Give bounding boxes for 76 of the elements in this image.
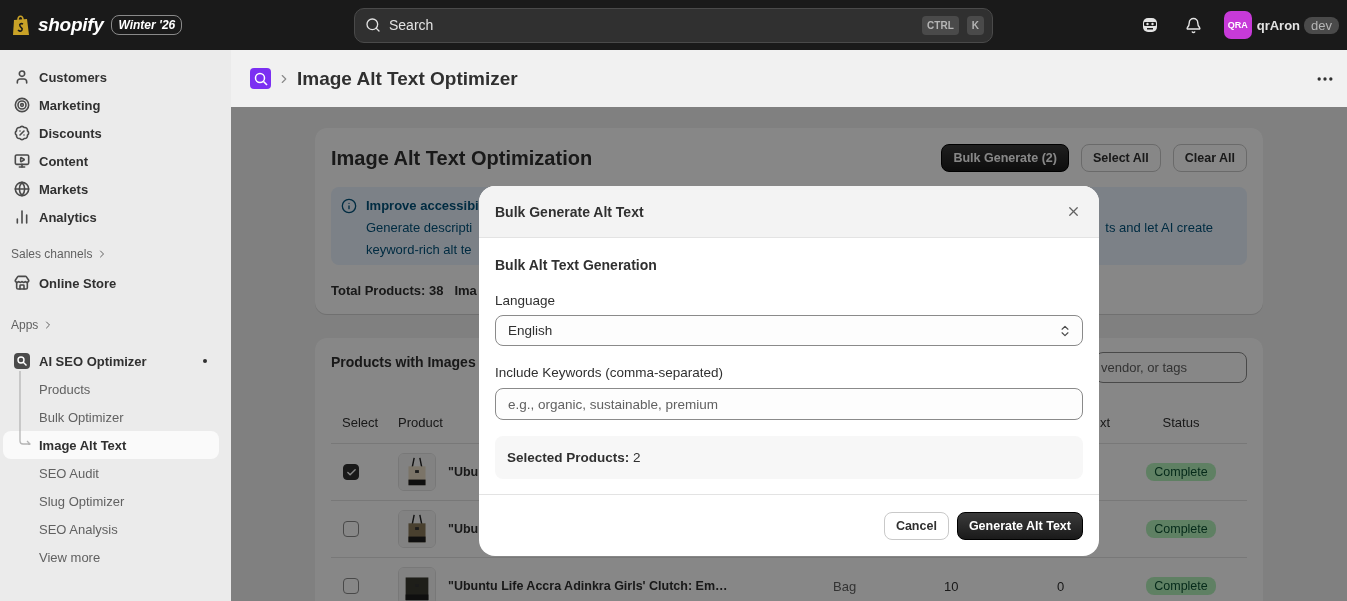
- cancel-button[interactable]: Cancel: [883, 511, 949, 540]
- status-badge: Complete: [1146, 520, 1216, 538]
- shopping-bag-icon: [12, 14, 30, 36]
- shortcut-key: K: [966, 15, 984, 35]
- sidebar-item[interactable]: Discounts: [3, 119, 219, 147]
- user-avatar[interactable]: QRA: [1223, 11, 1252, 39]
- brand-name: shopify: [38, 14, 104, 36]
- sidebar-item[interactable]: Online Store: [3, 269, 219, 297]
- pin-dot-icon: [203, 359, 207, 363]
- column-header: Product: [397, 414, 444, 430]
- search-field[interactable]: Search CTRL K: [354, 7, 993, 43]
- product-name: "Ubu: [448, 522, 479, 536]
- row-checkbox[interactable]: [343, 578, 359, 594]
- shortcut-key: CTRL: [922, 15, 959, 35]
- product-name: "Ubuntu Life Accra Adinkra Girls' Clutch: Em…: [448, 579, 728, 593]
- bulk-generate-button[interactable]: Bulk Generate (2): [941, 144, 1069, 172]
- sidebar-item[interactable]: Content: [3, 147, 219, 175]
- banner-text: keyword-rich alt te: [366, 241, 473, 259]
- page-title: Image Alt Text Optimizer: [297, 67, 519, 90]
- field-label: Include Keywords (comma-separated): [495, 364, 725, 382]
- sidebar-subitem[interactable]: SEO Analysis: [3, 515, 219, 543]
- column-header: Status: [1161, 414, 1201, 430]
- app-icon: [14, 353, 30, 369]
- product-name: "Ubu: [448, 465, 479, 479]
- app-logo-icon: [250, 68, 271, 89]
- store-icon: [14, 275, 30, 291]
- generate-button[interactable]: Generate Alt Text: [956, 511, 1083, 540]
- banner-title: Improve accessibi: [366, 197, 479, 215]
- stat-text: Total Products: 38: [331, 283, 444, 298]
- sidebar-item[interactable]: Markets: [3, 175, 219, 203]
- sidebar-item[interactable]: Customers: [3, 63, 219, 91]
- status-badge: Complete: [1146, 577, 1216, 595]
- table-cell-text: 10: [943, 578, 960, 594]
- info-icon: [341, 198, 357, 214]
- search-icon: [365, 17, 381, 33]
- percent-badge-icon: [14, 125, 30, 141]
- column-header: xt: [1098, 414, 1111, 430]
- status-badge: Complete: [1146, 463, 1216, 481]
- keywords-input-field[interactable]: e.g., organic, sustainable, premium: [495, 388, 1083, 420]
- row-checkbox[interactable]: [343, 464, 359, 480]
- sidebar-subitem[interactable]: Image Alt Text: [3, 431, 219, 459]
- sidebar-subitem[interactable]: Products: [3, 375, 219, 403]
- view-more-link[interactable]: View more: [3, 543, 219, 571]
- user-name: qrAron: [1256, 17, 1301, 33]
- field-label: Language: [495, 292, 557, 310]
- sidebar-item[interactable]: AI SEO Optimizer: [3, 347, 219, 375]
- language-select[interactable]: English: [495, 315, 1083, 346]
- card-title: Products with Images: [331, 354, 476, 370]
- card-title: Image Alt Text Optimization: [331, 146, 593, 170]
- row-checkbox[interactable]: [343, 521, 359, 537]
- sidebar-item[interactable]: Marketing: [3, 91, 219, 119]
- section-heading[interactable]: Sales channels: [11, 247, 93, 261]
- stat-text: Ima: [454, 283, 477, 298]
- table-cell-text: Bag: [832, 578, 858, 594]
- summary-text: Selected Products: 2: [507, 450, 641, 465]
- secondary-button[interactable]: Clear All: [1172, 144, 1247, 172]
- banner-text: Generate descripti: [366, 219, 474, 237]
- section-heading[interactable]: Apps: [11, 318, 39, 332]
- checkmark-icon: [345, 466, 357, 478]
- sidebar-subitem[interactable]: SEO Audit: [3, 459, 219, 487]
- bar-chart-icon: [14, 209, 30, 225]
- modal-title: Bulk Generate Alt Text: [495, 203, 644, 220]
- column-header: Select: [341, 414, 380, 430]
- globe-icon: [14, 181, 30, 197]
- sidebar-subitem[interactable]: Bulk Optimizer: [3, 403, 219, 431]
- monitor-icon: [14, 153, 30, 169]
- sidebar-item[interactable]: Analytics: [3, 203, 219, 231]
- person-icon: [14, 69, 30, 85]
- table-cell-text: 0: [1056, 578, 1066, 594]
- sidebar-subitem[interactable]: Slug Optimizer: [3, 487, 219, 515]
- edition-label: Winter '26: [111, 15, 183, 35]
- store-badge: dev: [1304, 16, 1339, 34]
- section-title: Bulk Alt Text Generation: [495, 256, 658, 274]
- banner-text: ts and let AI create: [1105, 219, 1213, 237]
- target-icon: [14, 97, 30, 113]
- secondary-button[interactable]: Select All: [1080, 144, 1161, 172]
